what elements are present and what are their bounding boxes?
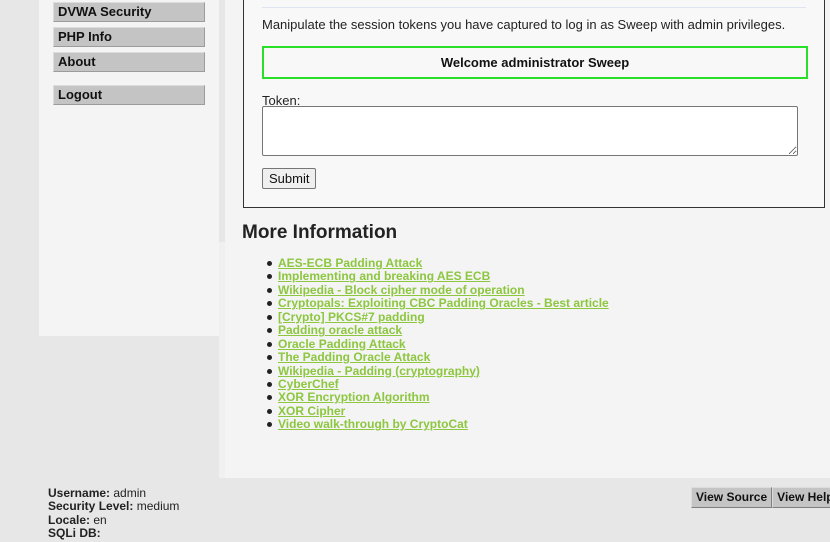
list-item: AES-ECB Padding Attack	[267, 256, 609, 270]
username-row: Username: admin	[48, 486, 179, 500]
list-item: CyberChef	[267, 377, 609, 391]
list-item: [Crypto] PKCS#7 padding	[267, 310, 609, 324]
link-the-padding-oracle-attack[interactable]: The Padding Oracle Attack	[278, 350, 430, 364]
link-crypto-pkcs7-padding[interactable]: [Crypto] PKCS#7 padding	[278, 310, 425, 324]
username-label: Username:	[48, 486, 111, 500]
security-level-label: Security Level:	[48, 499, 134, 514]
link-implementing-breaking-aes-ecb[interactable]: Implementing and breaking AES ECB	[278, 269, 490, 283]
sidebar-item-about[interactable]: About	[53, 52, 205, 72]
locale-label: Locale:	[48, 512, 91, 527]
sidebar-item-php-info[interactable]: PHP Info	[53, 27, 205, 47]
sidebar-item-dvwa-security[interactable]: DVWA Security	[53, 2, 205, 22]
link-aes-ecb-padding-attack[interactable]: AES-ECB Padding Attack	[278, 256, 422, 270]
username-value: admin	[113, 486, 147, 500]
list-item: The Padding Oracle Attack	[267, 350, 609, 364]
footer-buttons: View Source View Help	[691, 487, 830, 508]
locale-row: Locale: en	[48, 512, 179, 527]
link-xor-cipher[interactable]: XOR Cipher	[278, 404, 345, 418]
more-information-heading: More Information	[242, 222, 398, 243]
sidebar: DVWA Security PHP Info About Logout	[39, 0, 219, 336]
divider	[262, 7, 806, 8]
list-item: XOR Encryption Algorithm	[267, 390, 609, 404]
link-padding-oracle-attack[interactable]: Padding oracle attack	[278, 323, 402, 337]
link-xor-encryption-algorithm[interactable]: XOR Encryption Algorithm	[278, 390, 430, 404]
main-content: Manipulate the session tokens you have c…	[225, 0, 830, 478]
token-input[interactable]	[262, 106, 798, 156]
sidebar-logout-block: Logout	[53, 85, 205, 110]
submit-button[interactable]: Submit	[262, 168, 317, 189]
view-help-button[interactable]: View Help	[772, 487, 830, 508]
vulnerability-panel: Manipulate the session tokens you have c…	[243, 0, 825, 208]
more-information-list: AES-ECB Padding Attack Implementing and …	[267, 256, 609, 431]
sqli-db-row: SQLi DB:	[48, 527, 179, 540]
security-level-row: Security Level: medium	[48, 500, 179, 513]
list-item: Video walk-through by CryptoCat	[267, 417, 609, 431]
list-item: Wikipedia - Block cipher mode of operati…	[267, 283, 609, 297]
session-info: Username: admin Security Level: medium L…	[48, 486, 179, 541]
link-oracle-padding-attack[interactable]: Oracle Padding Attack	[278, 337, 406, 351]
link-wikipedia-padding-cryptography[interactable]: Wikipedia - Padding (cryptography)	[278, 364, 480, 378]
security-level-value: medium	[136, 499, 180, 514]
link-cyberchef[interactable]: CyberChef	[278, 377, 339, 391]
welcome-message: Welcome administrator Sweep	[262, 46, 808, 79]
link-wikipedia-block-cipher-mode[interactable]: Wikipedia - Block cipher mode of operati…	[278, 283, 525, 297]
link-cryptopals-cbc-padding-oracles[interactable]: Cryptopals: Exploiting CBC Padding Oracl…	[278, 296, 609, 310]
list-item: Implementing and breaking AES ECB	[267, 269, 609, 283]
sqli-db-label: SQLi DB:	[48, 526, 101, 541]
list-item: Wikipedia - Padding (cryptography)	[267, 364, 609, 378]
list-item: Oracle Padding Attack	[267, 337, 609, 351]
sidebar-item-logout[interactable]: Logout	[53, 85, 205, 105]
locale-value: en	[93, 512, 107, 527]
instructions-text: Manipulate the session tokens you have c…	[262, 17, 786, 32]
view-source-button[interactable]: View Source	[691, 487, 773, 508]
list-item: XOR Cipher	[267, 404, 609, 418]
link-video-walkthrough-cryptocat[interactable]: Video walk-through by CryptoCat	[278, 417, 468, 431]
sidebar-menu: DVWA Security PHP Info About	[53, 2, 205, 77]
list-item: Cryptopals: Exploiting CBC Padding Oracl…	[267, 296, 609, 310]
list-item: Padding oracle attack	[267, 323, 609, 337]
